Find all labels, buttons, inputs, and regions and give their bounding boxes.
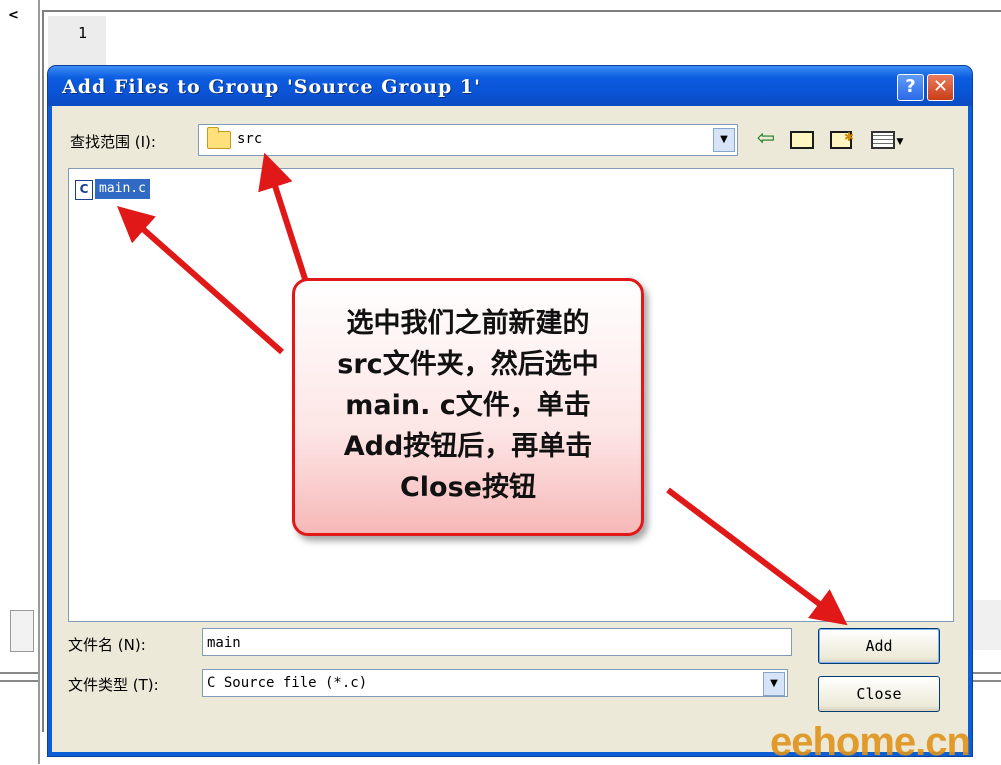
file-type-label-text: 文件类型 (T): <box>68 676 159 694</box>
add-button[interactable]: Add <box>818 628 940 664</box>
view-menu-icon[interactable]: ▼ <box>866 126 906 152</box>
back-arrow-icon[interactable]: ⇦ <box>752 126 780 152</box>
look-in-value: src <box>237 131 263 147</box>
chevron-down-icon[interactable]: ▼ <box>713 128 735 152</box>
file-name-label-text: 文件名 (N): <box>68 636 146 654</box>
panel-collapse-icon[interactable]: < <box>8 8 19 23</box>
look-in-combobox[interactable]: src ▼ <box>198 124 738 156</box>
up-folder-icon[interactable] <box>788 126 816 152</box>
annotation-callout: 选中我们之前新建的 src文件夹，然后选中 main. c文件，单击 Add按钮… <box>292 278 644 536</box>
callout-line: 选中我们之前新建的 <box>346 308 590 339</box>
line-number: 1 <box>78 24 88 42</box>
editor-scrollbar[interactable] <box>971 600 1001 650</box>
panel-scrollbar[interactable] <box>10 610 34 652</box>
callout-line: Close按钮 <box>399 472 536 503</box>
new-folder-icon[interactable]: ✱ <box>826 126 856 152</box>
close-button[interactable]: Close <box>818 676 940 712</box>
editor-divider <box>971 672 1001 682</box>
title-close-button[interactable]: ✕ <box>927 74 954 101</box>
file-type-value: C Source file (*.c) <box>207 675 368 691</box>
file-name-field[interactable]: main <box>202 628 792 656</box>
callout-line: src文件夹，然后选中 <box>337 349 599 380</box>
help-button[interactable]: ? <box>897 74 924 101</box>
callout-text: 选中我们之前新建的 src文件夹，然后选中 main. c文件，单击 Add按钮… <box>295 303 641 508</box>
chevron-down-icon[interactable]: ▼ <box>763 672 785 696</box>
project-panel: < <box>0 0 40 764</box>
dialog-title: Add Files to Group 'Source Group 1' <box>62 76 481 98</box>
file-name-label[interactable]: main.c <box>95 179 150 199</box>
look-in-label: 查找范围 (I): <box>70 133 156 151</box>
callout-line: main. c文件，单击 <box>345 390 591 421</box>
file-type-select[interactable]: C Source file (*.c) ▼ <box>202 669 788 697</box>
watermark: eehome.cn <box>770 720 971 764</box>
callout-line: Add按钮后，再单击 <box>343 431 593 462</box>
c-source-file-icon: C <box>75 180 93 200</box>
dialog-titlebar[interactable]: Add Files to Group 'Source Group 1' ? ✕ <box>48 66 972 106</box>
panel-divider <box>0 672 38 682</box>
folder-icon <box>207 127 231 149</box>
